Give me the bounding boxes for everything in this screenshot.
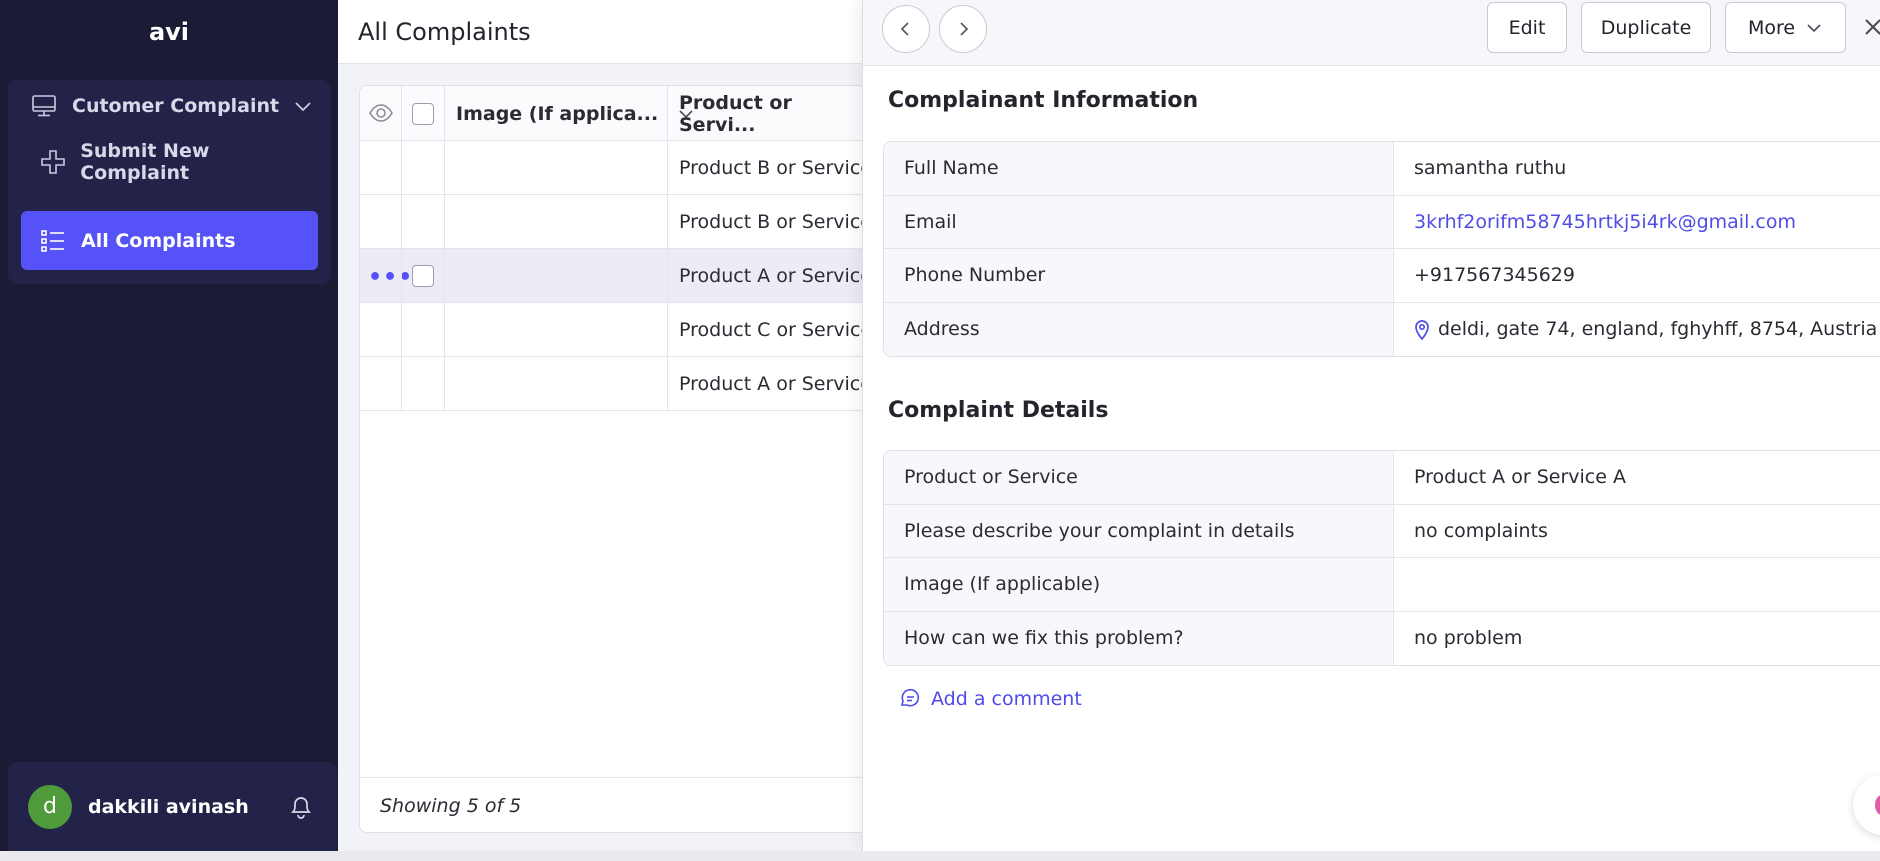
info-row: Phone Number +917567345629	[884, 249, 1880, 303]
monitor-icon	[30, 92, 58, 120]
next-record-button[interactable]	[939, 5, 987, 53]
details-table: Product or Service Product A or Service …	[883, 450, 1880, 666]
column-divider	[667, 86, 668, 412]
cell-product: Product B or Service	[679, 211, 872, 233]
info-value: no problem	[1414, 627, 1523, 650]
sidebar: avi Cutomer Complaint Submit New Complai…	[0, 0, 338, 851]
info-label: Email	[884, 195, 1394, 248]
panel-toolbar: Edit Duplicate More	[863, 0, 1880, 66]
info-label: Address	[884, 302, 1394, 356]
cell-product: Product C or Service	[679, 319, 873, 341]
complaints-table: Image (If applica... Product or Servi...…	[359, 85, 880, 833]
cell-product: Product A or Service	[679, 373, 872, 395]
nav-group-label: Cutomer Complaint	[72, 95, 280, 117]
sidebar-item-label: Submit New Complaint	[80, 139, 210, 184]
app-title: avi	[148, 18, 190, 46]
row-checkbox[interactable]	[412, 265, 434, 287]
avatar[interactable]: d	[28, 784, 72, 829]
user-bar[interactable]: d dakkili avinash	[8, 762, 337, 851]
more-button[interactable]: More	[1725, 2, 1846, 53]
table-row[interactable]: ••• Product A or Service	[360, 249, 879, 303]
info-label: Phone Number	[884, 249, 1394, 302]
chevron-left-icon	[900, 22, 909, 36]
column-divider	[401, 86, 402, 412]
main-header: All Complaints	[338, 0, 880, 64]
detail-panel: Edit Duplicate More Complainant Informat…	[862, 0, 1880, 851]
info-label: Image (If applicable)	[884, 558, 1394, 611]
sidebar-item-submit-new-complaint[interactable]: Submit New Complaint	[21, 132, 318, 191]
info-row: Email 3krhf2orifm58745hrtkj5i4rk@gmail.c…	[884, 195, 1880, 249]
info-label: How can we fix this problem?	[884, 611, 1394, 665]
info-label: Full Name	[884, 142, 1394, 195]
table-row[interactable]: Product B or Service	[360, 195, 879, 249]
info-label: Please describe your complaint in detail…	[884, 504, 1394, 557]
list-footer: Showing 5 of 5	[360, 777, 879, 832]
list-icon	[39, 227, 67, 255]
info-row: How can we fix this problem? no problem	[884, 611, 1880, 665]
more-options-icon[interactable]: •••	[368, 265, 413, 290]
cell-product: Product A or Service	[679, 265, 872, 287]
email-link[interactable]: 3krhf2orifm58745hrtkj5i4rk@gmail.com	[1394, 196, 1880, 249]
column-header-product[interactable]: Product or Servi...	[679, 86, 879, 141]
edit-button[interactable]: Edit	[1487, 2, 1567, 53]
chevron-down-icon	[1807, 23, 1821, 32]
complainant-section-title: Complainant Information	[888, 88, 1199, 113]
cell-product: Product B or Service	[679, 157, 872, 179]
table-row[interactable]: Product A or Service	[360, 357, 879, 411]
column-header-image[interactable]: Image (If applica...	[456, 86, 696, 141]
info-row: Full Name samantha ruthu	[884, 142, 1880, 196]
taskbar-strip	[0, 851, 1880, 861]
add-comment-link[interactable]: Add a comment	[899, 688, 1082, 710]
plus-icon	[39, 148, 66, 176]
info-value: Product A or Service A	[1414, 466, 1626, 489]
nav-group-header[interactable]: Cutomer Complaint	[8, 80, 331, 132]
user-name: dakkili avinash	[88, 795, 249, 818]
column-divider	[444, 86, 445, 412]
column-label: Image (If applica...	[456, 102, 659, 125]
sidebar-item-all-complaints[interactable]: All Complaints	[21, 211, 318, 270]
details-section-title: Complaint Details	[888, 398, 1109, 423]
info-row: Please describe your complaint in detail…	[884, 504, 1880, 558]
info-value: samantha ruthu	[1414, 157, 1567, 180]
address-value[interactable]: deldi, gate 74, england, fghyhff, 8754, …	[1394, 303, 1880, 357]
add-comment-label: Add a comment	[931, 688, 1082, 710]
info-value: no complaints	[1414, 519, 1548, 542]
sidebar-item-label: All Complaints	[81, 229, 236, 252]
chevron-right-icon	[960, 22, 969, 36]
info-row: Product or Service Product A or Service …	[884, 451, 1880, 505]
more-button-label: More	[1747, 16, 1796, 39]
select-all-checkbox[interactable]	[412, 103, 434, 125]
table-header: Image (If applica... Product or Servi...	[360, 86, 879, 141]
page-title: All Complaints	[358, 17, 531, 46]
bell-icon[interactable]	[287, 793, 315, 821]
comment-icon	[900, 688, 920, 707]
info-label: Product or Service	[884, 451, 1394, 504]
info-value	[1394, 558, 1880, 611]
chevron-down-icon[interactable]	[291, 94, 315, 118]
complainant-table: Full Name samantha ruthu Email 3krhf2ori…	[883, 141, 1880, 357]
column-label: Product or Servi...	[679, 91, 792, 136]
close-icon[interactable]	[1862, 14, 1880, 42]
previous-record-button[interactable]	[882, 5, 930, 53]
info-value: +917567345629	[1414, 264, 1575, 287]
table-row[interactable]: Product C or Service	[360, 303, 879, 357]
location-pin-icon	[1415, 320, 1429, 341]
info-row: Image (If applicable)	[884, 558, 1880, 612]
duplicate-button[interactable]: Duplicate	[1581, 2, 1711, 53]
nav-group: Cutomer Complaint Submit New Complaint A…	[8, 80, 331, 284]
address-text: deldi, gate 74, england, fghyhff, 8754, …	[1438, 318, 1878, 341]
eye-icon[interactable]	[368, 101, 394, 129]
info-row: Address deldi, gate 74, england, fghyhff…	[884, 302, 1880, 357]
table-row[interactable]: Product B or Service	[360, 141, 879, 195]
